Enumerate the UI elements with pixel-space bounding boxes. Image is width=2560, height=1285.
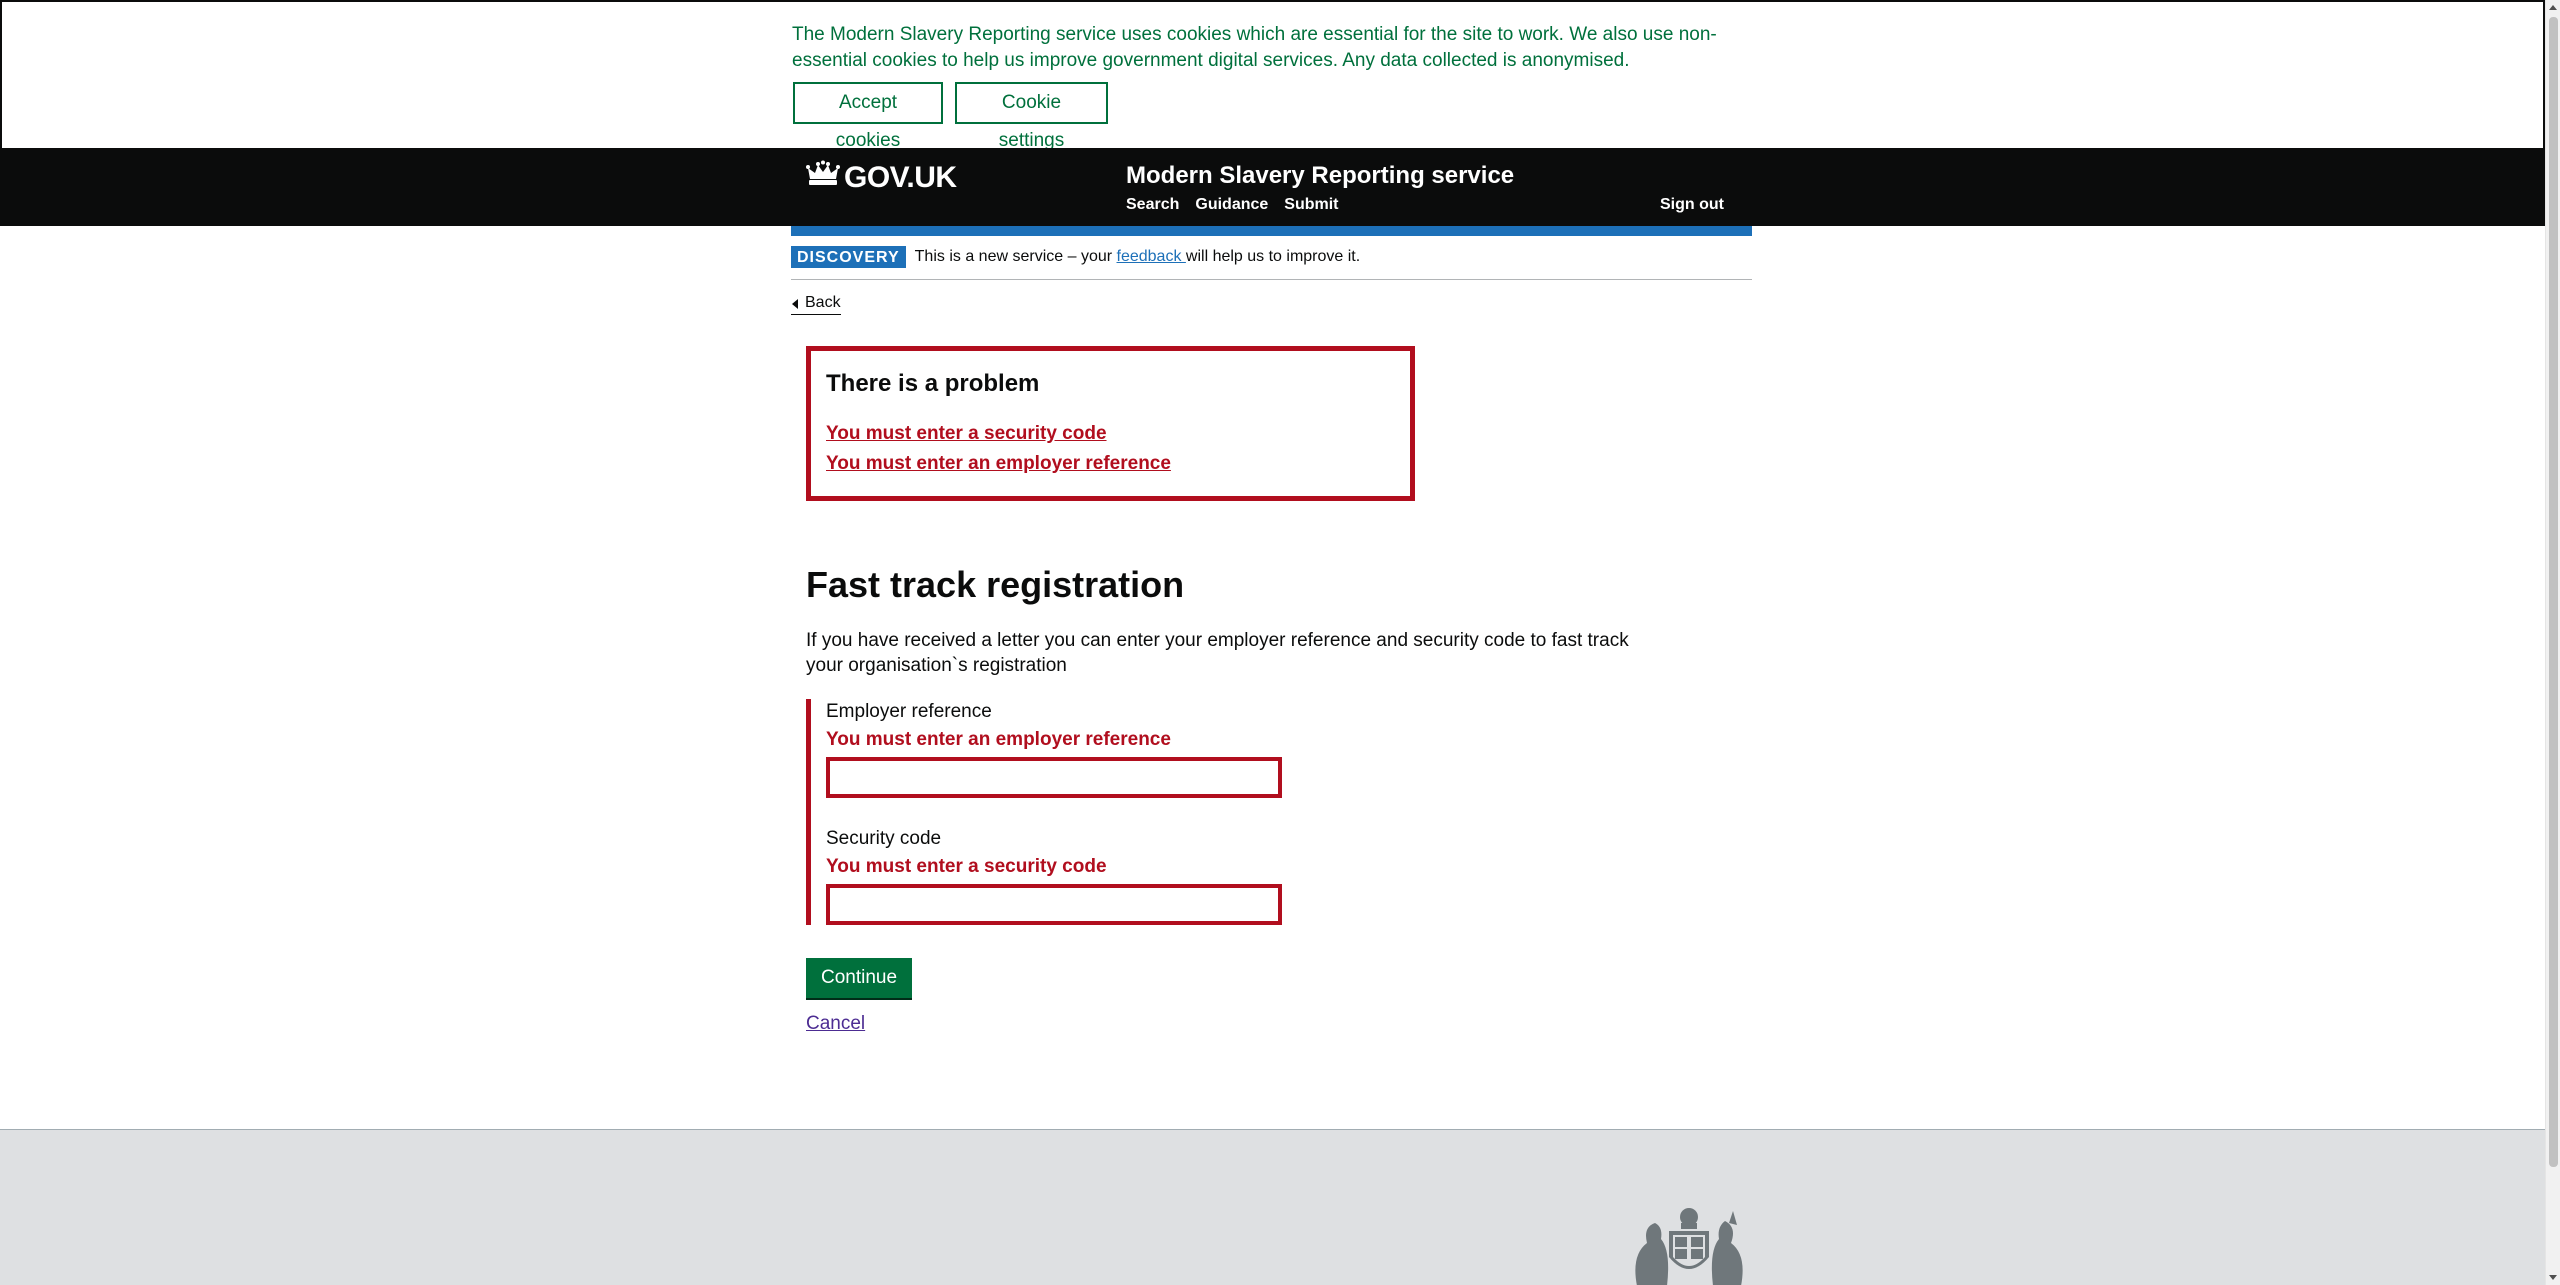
phase-text-after: will help us to improve it.: [1185, 248, 1361, 265]
employer-reference-group: Employer reference You must enter an emp…: [806, 699, 1286, 842]
intro-text: If you have received a letter you can en…: [806, 630, 1629, 676]
security-code-group: Security code You must enter a security …: [806, 826, 1286, 925]
nav-submit-link[interactable]: Submit: [1284, 196, 1338, 214]
site-header: GOV.UK Modern Slavery Reporting service …: [0, 148, 2545, 226]
security-code-input[interactable]: [826, 884, 1282, 925]
security-code-label: Security code: [826, 828, 942, 849]
page-scrollbar[interactable]: [2545, 0, 2560, 1285]
royal-coat-of-arms-icon: [1625, 1205, 1753, 1285]
site-footer: [0, 1129, 2545, 1285]
header-accent-bar: [791, 226, 1752, 236]
error-summary: There is a problem You must enter a secu…: [806, 346, 1415, 501]
error-link-employer-reference[interactable]: You must enter an employer reference: [826, 449, 1395, 479]
employer-reference-error: You must enter an employer reference: [826, 729, 1171, 750]
employer-reference-label: Employer reference: [826, 701, 992, 722]
cancel-link[interactable]: Cancel: [806, 1013, 865, 1035]
error-link-security-code[interactable]: You must enter a security code: [826, 419, 1395, 449]
phase-banner: DISCOVERY This is a new service – your f…: [791, 246, 1752, 280]
scrollbar-thumb[interactable]: [2549, 17, 2558, 1167]
page-title: Fast track registration: [806, 564, 1185, 605]
crown-icon: [806, 160, 840, 196]
security-code-error: You must enter a security code: [826, 856, 1107, 877]
accept-cookies-button[interactable]: Accept cookies: [793, 82, 943, 151]
phase-tag: DISCOVERY: [791, 246, 906, 268]
logo-text: GOV.UK: [844, 161, 957, 194]
cookie-message: The Modern Slavery Reporting service use…: [792, 24, 1717, 71]
header-nav: Search Guidance Submit: [1126, 196, 1339, 214]
scroll-down-arrow-icon[interactable]: [2549, 1275, 2557, 1280]
sign-out-link[interactable]: Sign out: [1660, 196, 1724, 214]
error-summary-title: There is a problem: [826, 370, 1040, 397]
cookie-settings-button[interactable]: Cookie settings: [955, 82, 1108, 151]
employer-reference-input[interactable]: [826, 757, 1282, 798]
back-link[interactable]: Back: [791, 292, 841, 315]
service-name[interactable]: Modern Slavery Reporting service: [1126, 162, 1514, 190]
continue-button[interactable]: Continue: [806, 958, 912, 998]
nav-guidance-link[interactable]: Guidance: [1195, 196, 1268, 214]
feedback-link[interactable]: feedback: [1117, 248, 1186, 265]
scroll-up-arrow-icon[interactable]: [2549, 5, 2557, 10]
cookie-banner: The Modern Slavery Reporting service use…: [0, 0, 2545, 151]
phase-text-before: This is a new service – your: [914, 248, 1117, 265]
govuk-logo-link[interactable]: GOV.UK: [806, 160, 957, 196]
nav-search-link[interactable]: Search: [1126, 196, 1179, 214]
phase-text: This is a new service – your feedback wi…: [915, 246, 1361, 268]
